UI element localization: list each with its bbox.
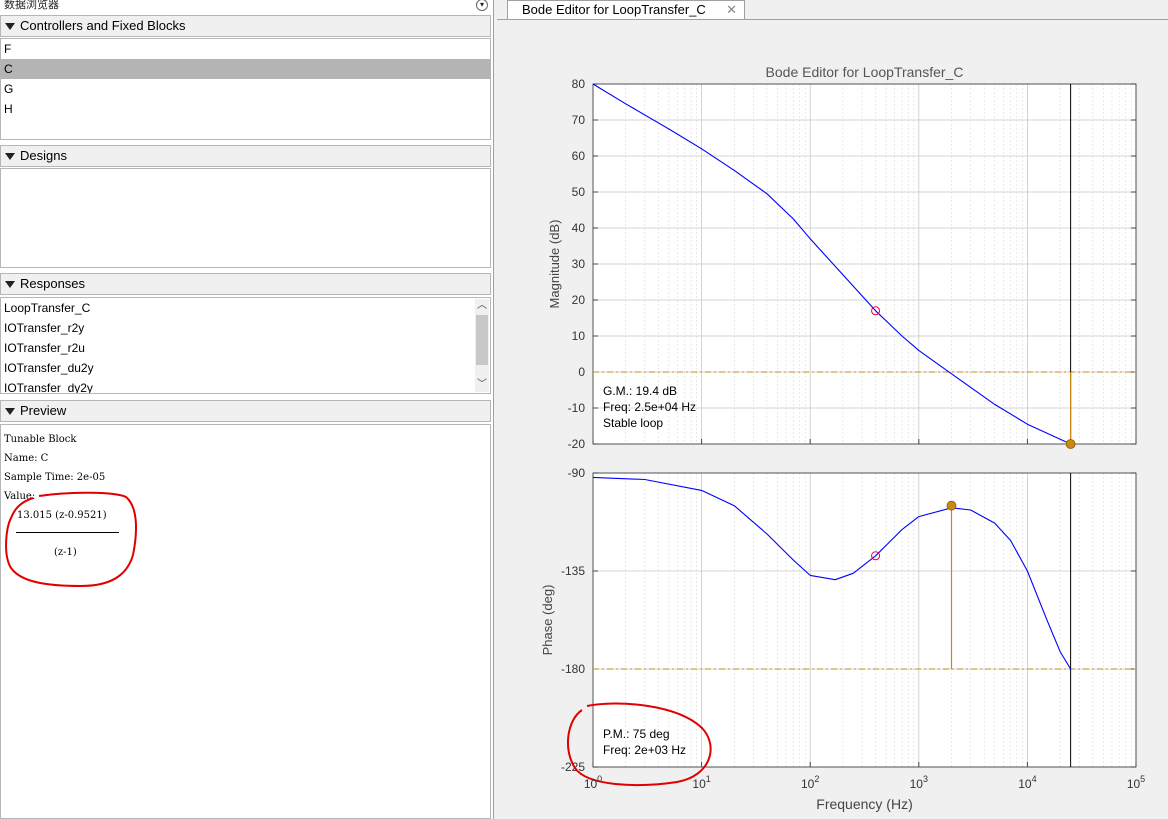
magnitude-y-tick-label: 30 [572, 257, 586, 271]
magnitude-y-tick-label: -10 [568, 401, 586, 415]
data-browser-panel: 数据浏览器 ▾ Controllers and Fixed Blocks FCG… [0, 0, 494, 819]
magnitude-y-tick-label: -20 [568, 437, 586, 451]
controllers-header[interactable]: Controllers and Fixed Blocks [0, 15, 491, 37]
x-axis-label: Frequency (Hz) [816, 796, 912, 812]
x-tick-label: 102 [801, 774, 819, 791]
magnitude-y-tick-label: 20 [572, 293, 586, 307]
preview-pane: Tunable Block Name: C Sample Time: 2e-05… [0, 424, 491, 819]
collapse-triangle-icon[interactable] [5, 23, 15, 30]
red-ink-circle-annotation [5, 491, 138, 588]
response-item[interactable]: LoopTransfer_C [1, 298, 490, 318]
scroll-down-icon[interactable]: ﹀ [475, 378, 489, 392]
response-item[interactable]: IOTransfer_r2y [1, 318, 490, 338]
magnitude-y-tick-label: 40 [572, 221, 586, 235]
designs-header-label: Designs [20, 148, 67, 163]
phase-plot-area [593, 473, 1136, 767]
magnitude-y-tick-label: 0 [578, 365, 585, 379]
magnitude-y-tick-label: 80 [572, 77, 586, 91]
gain-margin-marker [1065, 439, 1076, 449]
controller-item-f[interactable]: F [1, 39, 490, 59]
phase-y-tick-label: -180 [561, 662, 585, 676]
controllers-list: FCGH [0, 38, 491, 140]
responses-list: LoopTransfer_C IOTransfer_r2y IOTransfer_r… [0, 297, 491, 394]
browser-title: 数据浏览器 [4, 0, 59, 11]
phase-ylabel: Phase (deg) [540, 585, 555, 656]
phase-y-tick-label: -225 [561, 760, 585, 774]
preview-line-block: Tunable Block [4, 434, 77, 445]
response-item[interactable]: IOTransfer_du2y [1, 358, 490, 378]
collapse-triangle-icon[interactable] [5, 408, 15, 415]
responses-header-label: Responses [20, 276, 86, 291]
response-item[interactable]: IOTransfer_r2u [1, 338, 490, 358]
controller-item-c[interactable]: C [1, 59, 490, 79]
scrollbar-thumb[interactable] [476, 315, 488, 365]
controller-item-g[interactable]: G [1, 79, 490, 99]
controller-item-h[interactable]: H [1, 99, 490, 119]
phase-margin-annotation: P.M.: 75 deg [603, 727, 670, 741]
phase-margin-marker [946, 500, 957, 511]
controllers-header-label: Controllers and Fixed Blocks [20, 18, 186, 33]
x-tick-label: 105 [1127, 774, 1145, 791]
preview-header-label: Preview [20, 403, 67, 418]
x-tick-label: 100 [584, 774, 602, 791]
bode-plot[interactable]: Bode Editor for LoopTransfer_C 80 70 60 50 40… [497, 20, 1168, 819]
preview-header[interactable]: Preview [0, 400, 491, 422]
gain-margin-annotation: G.M.: 19.4 dB [603, 384, 677, 398]
gain-margin-annotation: Stable loop [603, 416, 663, 430]
tab-bode-editor-label: Bode Editor for LoopTransfer_C [522, 2, 706, 17]
collapse-triangle-icon[interactable] [5, 153, 15, 160]
browser-menu-icon[interactable]: ▾ [476, 0, 488, 11]
phase-y-tick-label: -135 [561, 564, 585, 578]
tab-close-icon[interactable]: ✕ [726, 1, 737, 19]
responses-header[interactable]: Responses [0, 273, 491, 295]
magnitude-ylabel: Magnitude (dB) [547, 220, 562, 309]
magnitude-y-tick-label: 10 [572, 329, 586, 343]
bode-editor-panel: Bode Editor for LoopTransfer_C ✕ Bode Ed… [497, 0, 1168, 819]
phase-margin-annotation: Freq: 2e+03 Hz [603, 743, 686, 757]
preview-line-name: Name: C [4, 453, 49, 464]
scroll-up-icon[interactable]: ︿ [475, 299, 489, 313]
tab-bode-editor[interactable]: Bode Editor for LoopTransfer_C ✕ [507, 0, 745, 20]
x-tick-label: 103 [910, 774, 928, 791]
x-tick-label: 101 [692, 774, 710, 791]
x-tick-label: 104 [1018, 774, 1036, 791]
magnitude-y-tick-label: 50 [572, 185, 586, 199]
response-item[interactable]: IOTransfer_dy2y [1, 378, 490, 393]
plot-title: Bode Editor for LoopTransfer_C [766, 64, 964, 80]
designs-header[interactable]: Designs [0, 145, 491, 167]
collapse-triangle-icon[interactable] [5, 281, 15, 288]
responses-scrollbar[interactable]: ︿ ﹀ [475, 299, 489, 392]
designs-list [0, 168, 491, 268]
browser-title-bar: 数据浏览器 ▾ [0, 0, 493, 12]
magnitude-y-tick-label: 60 [572, 149, 586, 163]
preview-line-sample-time: Sample Time: 2e-05 [4, 472, 106, 483]
gain-margin-annotation: Freq: 2.5e+04 Hz [603, 400, 696, 414]
magnitude-y-tick-label: 70 [572, 113, 586, 127]
phase-y-tick-label: -90 [568, 466, 586, 480]
